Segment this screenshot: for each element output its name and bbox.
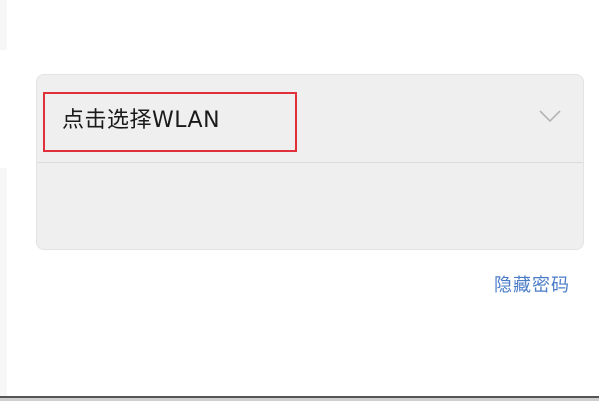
annotation-highlight-box <box>43 92 297 152</box>
hide-password-link[interactable]: 隐藏密码 <box>494 273 570 299</box>
left-panel-edge <box>0 168 7 401</box>
wlan-settings-page: 点击选择WLAN 隐藏密码 <box>0 0 599 401</box>
left-panel-edge <box>0 0 7 50</box>
chevron-down-icon[interactable] <box>539 108 561 123</box>
wlan-form-card: 点击选择WLAN <box>36 74 584 250</box>
bottom-divider <box>0 396 599 401</box>
password-field[interactable] <box>37 163 583 249</box>
